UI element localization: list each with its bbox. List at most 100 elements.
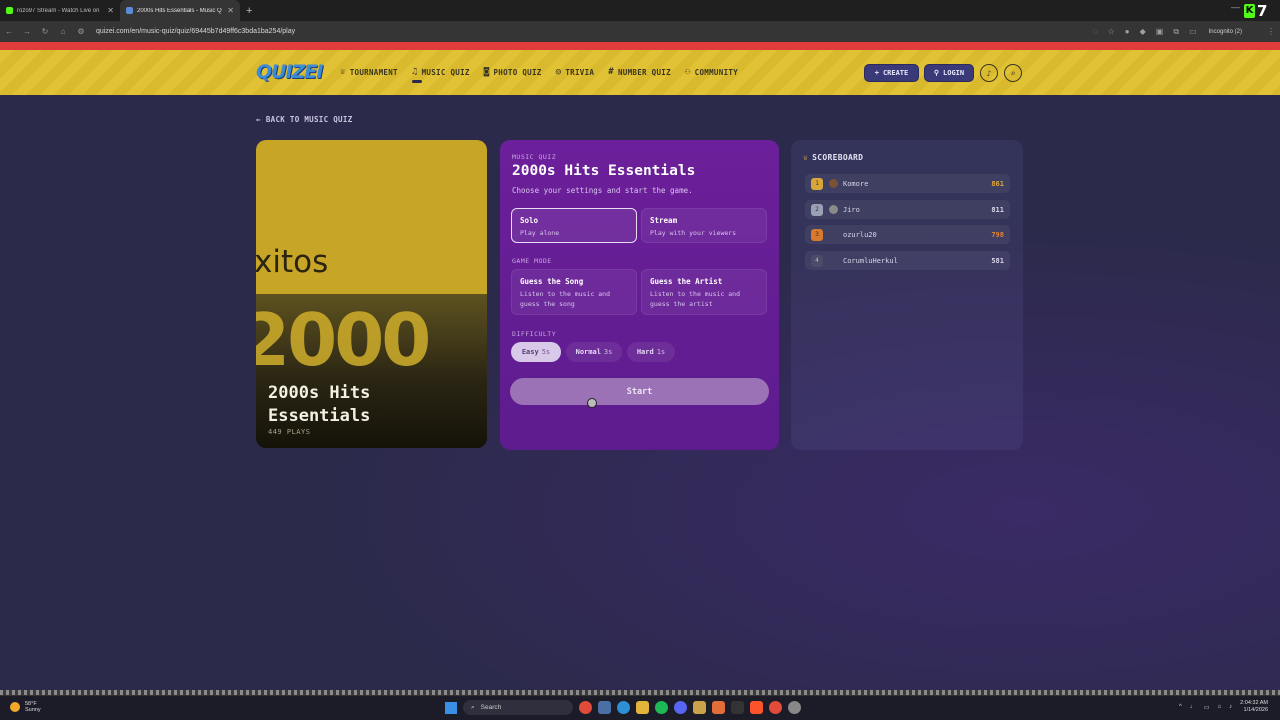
player-name: Jiro <box>843 205 860 214</box>
star-icon[interactable]: ☆ <box>1108 27 1115 36</box>
solo-option[interactable]: Solo Play alone <box>511 208 637 243</box>
browser-tabbar: rozo97 Stream - Watch Live on ✕ 2000s Hi… <box>0 0 1280 21</box>
edge-icon[interactable] <box>617 701 630 714</box>
player-points: 811 <box>991 205 1004 214</box>
sun-icon <box>10 702 20 712</box>
sidebar-icon[interactable]: ▭ <box>1189 27 1197 36</box>
nav-label: MUSIC QUIZ <box>421 67 470 77</box>
home-icon[interactable]: ⌂ <box>54 27 72 36</box>
guess-song-option[interactable]: Guess the Song Listen to the music and g… <box>511 269 637 315</box>
arrow-left-icon: ← <box>256 115 261 124</box>
login-button[interactable]: ⚲ LOGIN <box>924 64 974 82</box>
app-icon[interactable] <box>712 701 725 714</box>
cover-title: 2000s Hits Essentials <box>268 383 371 426</box>
main-nav: ♕ TOURNAMENT ♫ MUSIC QUIZ ◙ PHOTO QUIZ ◎… <box>340 67 738 83</box>
create-button[interactable]: + CREATE <box>864 64 919 82</box>
app-icon[interactable] <box>788 701 801 714</box>
difficulty-time: 5s <box>541 348 551 356</box>
site-info-icon[interactable]: ⚙ <box>72 27 90 36</box>
nav-label: TOURNAMENT <box>349 67 398 77</box>
difficulty-normal[interactable]: Normal 3s <box>566 342 622 362</box>
puzzle-icon[interactable]: ⧉ <box>1173 27 1179 37</box>
minimize-icon[interactable]: — <box>1231 2 1240 12</box>
start-button[interactable]: Start <box>510 378 769 405</box>
option-desc: Listen to the music and guess the artist <box>650 290 741 308</box>
system-tray: ^ ♩ ▭ ⌂ ♪ 2:04:32 AM 1/14/2026 <box>1179 700 1268 714</box>
guess-artist-option[interactable]: Guess the Artist Listen to the music and… <box>641 269 767 315</box>
difficulty-name: Normal <box>575 348 601 356</box>
display-icon[interactable]: ▭ <box>1204 704 1210 711</box>
player-name: CorumluHerkul <box>843 256 898 265</box>
nav-number-quiz[interactable]: # NUMBER QUIZ <box>608 67 671 77</box>
brave-icon[interactable] <box>750 701 763 714</box>
score-row: 1 Komore 861 <box>805 174 1010 193</box>
search-icon: ⌕ <box>471 703 475 711</box>
file-explorer-icon[interactable] <box>636 701 649 714</box>
player-name: ozurlu20 <box>843 230 877 239</box>
clock-time: 2:04:32 AM <box>1240 700 1268 706</box>
cover-word: xitos <box>256 244 329 280</box>
extension-icon[interactable]: ◆ <box>1140 27 1146 36</box>
question-bubble-icon: ◎ <box>555 67 562 77</box>
nav-music-quiz[interactable]: ♫ MUSIC QUIZ <box>411 67 470 83</box>
bell-icon[interactable]: ♪ <box>980 64 998 82</box>
chrome-icon[interactable] <box>769 701 782 714</box>
taskbar-search[interactable]: ⌕ Search <box>463 700 573 715</box>
back-label: BACK TO MUSIC QUIZ <box>265 115 353 124</box>
hash-icon: # <box>608 67 614 77</box>
network-icon[interactable]: ⌂ <box>1218 704 1222 710</box>
tab-quiz[interactable]: 2000s Hits Essentials - Music Q ✕ <box>120 0 240 21</box>
cover-year: 2000 <box>256 298 431 382</box>
users-icon: ⚇ <box>684 67 691 77</box>
windows-start-icon[interactable] <box>445 701 457 714</box>
nav-photo-quiz[interactable]: ◙ PHOTO QUIZ <box>484 67 542 77</box>
forward-arrow-icon[interactable]: → <box>18 27 36 36</box>
difficulty-easy[interactable]: Easy 5s <box>511 342 561 362</box>
back-arrow-icon[interactable]: ← <box>0 27 18 36</box>
site-logo[interactable]: QUIZEI <box>256 61 323 83</box>
difficulty-time: 1s <box>656 348 666 356</box>
mic-icon[interactable]: ♩ <box>1190 704 1196 710</box>
eye-off-icon[interactable]: ◌ <box>1093 27 1098 36</box>
extension-icon[interactable]: ▣ <box>1156 27 1164 36</box>
nav-label: PHOTO QUIZ <box>493 67 542 77</box>
avatar <box>829 230 838 239</box>
avatar <box>829 256 838 265</box>
chrome-icon[interactable] <box>579 701 592 714</box>
nav-tournament[interactable]: ♕ TOURNAMENT <box>340 67 398 77</box>
difficulty-hard[interactable]: Hard 1s <box>627 342 675 362</box>
clock[interactable]: 2:04:32 AM 1/14/2026 <box>1240 700 1268 714</box>
back-link[interactable]: ← BACK TO MUSIC QUIZ <box>256 115 353 124</box>
tab-stream[interactable]: rozo97 Stream - Watch Live on ✕ <box>0 0 120 21</box>
search-icon[interactable]: ⌕ <box>1004 64 1022 82</box>
reload-icon[interactable]: ↻ <box>36 27 54 36</box>
stream-option[interactable]: Stream Play with your viewers <box>641 208 767 243</box>
extension-icon[interactable]: ● <box>1125 27 1130 36</box>
weather-widget[interactable]: 58°F Sunny <box>10 701 41 713</box>
close-tab-icon[interactable]: ✕ <box>107 6 114 15</box>
spotify-icon[interactable] <box>655 701 668 714</box>
weather-condition: Sunny <box>25 707 41 713</box>
url-field[interactable]: quizei.com/en/music-quiz/quiz/69445b7d49… <box>96 28 1093 35</box>
score-row: 4 CorumluHerkul 581 <box>805 251 1010 270</box>
nav-community[interactable]: ⚇ COMMUNITY <box>685 67 738 77</box>
nav-trivia[interactable]: ◎ TRIVIA <box>556 67 595 77</box>
menu-kebab-icon[interactable]: ⋮ <box>1262 27 1280 36</box>
incognito-label[interactable]: Incognito (2) <box>1209 29 1242 35</box>
app-icon[interactable] <box>693 701 706 714</box>
trophy-icon: ♕ <box>340 67 346 77</box>
login-label: LOGIN <box>943 69 965 77</box>
chevron-up-icon[interactable]: ^ <box>1179 704 1182 710</box>
nav-label: NUMBER QUIZ <box>617 67 671 77</box>
scoreboard-panel: ♕ SCOREBOARD 1 Komore 861 2 Jiro 811 3 o… <box>791 140 1023 450</box>
quiz-cover: xitos 2000 2000s Hits Essentials 449 PLA… <box>256 140 487 448</box>
create-label: CREATE <box>882 69 909 77</box>
close-tab-icon[interactable]: ✕ <box>227 6 234 15</box>
player-points: 798 <box>991 230 1004 239</box>
terminal-icon[interactable] <box>731 701 744 714</box>
discord-icon[interactable] <box>674 701 687 714</box>
task-view-icon[interactable] <box>598 701 611 714</box>
new-tab-icon[interactable]: + <box>246 5 252 17</box>
extension-badge[interactable]: K 7 <box>1244 2 1270 20</box>
volume-icon[interactable]: ♪ <box>1229 704 1232 710</box>
